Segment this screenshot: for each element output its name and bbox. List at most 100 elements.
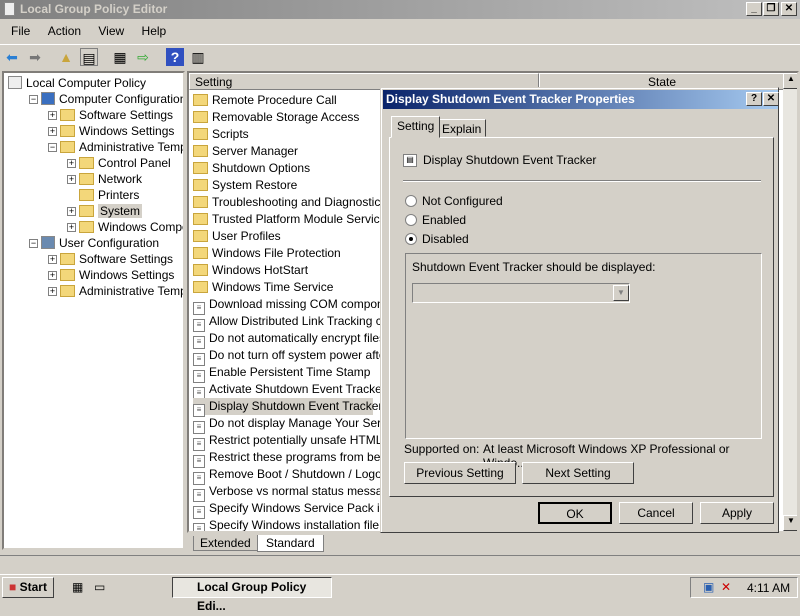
menu-view[interactable]: View [98, 24, 124, 38]
expand-icon[interactable]: + [48, 255, 57, 264]
list-item[interactable]: ≡ Do not automatically encrypt files m [193, 330, 398, 349]
menu-file[interactable]: File [11, 24, 30, 38]
scroll-up-button[interactable]: ▲ [783, 73, 797, 89]
expand-icon[interactable]: + [67, 159, 76, 168]
ok-button[interactable]: OK [538, 502, 612, 524]
close-button[interactable]: ✕ [781, 2, 797, 16]
start-button[interactable]: ■ Start [2, 577, 54, 598]
list-item[interactable]: ≡ Specify Windows installation file loc [193, 517, 398, 531]
radio-enabled[interactable] [405, 214, 417, 226]
menu-help[interactable]: Help [142, 24, 167, 38]
list-item[interactable]: Remote Procedure Call [193, 92, 337, 109]
list-item[interactable]: Windows HotStart [193, 262, 308, 279]
vertical-scrollbar[interactable]: ▲ ▼ [783, 73, 797, 531]
list-item[interactable]: ≡ Activate Shutdown Event Tracker S [193, 381, 397, 400]
dialog-help-button[interactable]: ? [746, 92, 762, 106]
restore-button[interactable]: ❐ [763, 2, 779, 16]
list-item[interactable]: Trusted Platform Module Services [193, 211, 392, 228]
show-desktop-icon[interactable]: ▭ [94, 580, 105, 594]
minimize-button[interactable]: _ [746, 2, 762, 16]
forward-icon[interactable]: ➡ [26, 48, 44, 66]
expand-icon[interactable]: + [67, 223, 76, 232]
apply-button[interactable]: Apply [700, 502, 774, 524]
list-item[interactable]: Server Manager [193, 143, 298, 160]
tree-node[interactable]: Local Computer Policy [8, 75, 146, 91]
list-item[interactable]: ≡ Restrict potentially unsafe HTML He [193, 432, 401, 451]
list-item[interactable]: ≡ Download missing COM components [193, 296, 406, 315]
tree-node-label: Administrative Templates [79, 140, 185, 154]
list-item[interactable]: ≡ Enable Persistent Time Stamp [193, 364, 370, 383]
list-item[interactable]: Windows File Protection [193, 245, 341, 262]
list-item[interactable]: ≡ Restrict these programs from being [193, 449, 396, 468]
list-item[interactable]: Windows Time Service [193, 279, 333, 296]
tree-node[interactable]: + Windows Settings [48, 267, 174, 283]
list-item[interactable]: ≡ Verbose vs normal status messages [193, 483, 402, 502]
radio-label-disabled[interactable]: Disabled [422, 232, 469, 246]
expand-icon[interactable]: + [48, 111, 57, 120]
list-item[interactable]: Scripts [193, 126, 249, 143]
list-item[interactable]: ≡ Specify Windows Service Pack insta [193, 500, 402, 519]
expand-icon[interactable]: + [48, 287, 57, 296]
previous-setting-button[interactable]: Previous Setting [404, 462, 516, 484]
list-item[interactable]: Removable Storage Access [193, 109, 359, 126]
list-item[interactable]: User Profiles [193, 228, 281, 245]
tree-node[interactable]: + Control Panel [67, 155, 171, 171]
show-hide-tree-icon[interactable]: ▤ [80, 48, 98, 66]
list-item[interactable]: ≡ Display Shutdown Event Tracker [193, 398, 382, 417]
volume-muted-icon[interactable]: ✕ [721, 580, 731, 594]
collapse-icon[interactable]: − [48, 143, 57, 152]
tree-node[interactable]: + Software Settings [48, 107, 173, 123]
expand-icon[interactable]: + [48, 271, 57, 280]
help-icon[interactable]: ? [166, 48, 184, 66]
list-item[interactable]: ≡ Do not turn off system power after [193, 347, 390, 366]
tab-extended[interactable]: Extended [193, 536, 257, 551]
clock[interactable]: 4:11 AM [747, 581, 790, 595]
cancel-button[interactable]: Cancel [619, 502, 693, 524]
dialog-close-button[interactable]: ✕ [763, 92, 779, 106]
tab-standard[interactable]: Standard [257, 535, 324, 552]
tracker-dropdown[interactable]: ▼ [412, 283, 630, 303]
tree-node[interactable]: + Windows Components [67, 219, 183, 235]
radio-label-not-configured[interactable]: Not Configured [422, 194, 503, 208]
tree-node[interactable]: + Network [67, 171, 142, 187]
radio-label-enabled[interactable]: Enabled [422, 213, 466, 227]
expand-icon[interactable]: + [67, 175, 76, 184]
tab-explain[interactable]: Explain [437, 119, 487, 137]
tab-setting[interactable]: Setting [391, 116, 441, 138]
list-item[interactable]: ≡ Allow Distributed Link Tracking clien [193, 313, 400, 332]
radio-not-configured[interactable] [405, 195, 417, 207]
tree-node[interactable]: − Administrative Templates [48, 139, 185, 155]
network-icon[interactable]: ▣ [703, 580, 714, 594]
tree-node[interactable]: + Administrative Templates [48, 283, 183, 299]
expand-icon[interactable]: + [48, 127, 57, 136]
chevron-down-icon[interactable]: ▼ [613, 285, 629, 301]
menu-action[interactable]: Action [48, 24, 81, 38]
radio-disabled[interactable] [405, 233, 417, 245]
list-item[interactable]: ≡ Do not display Manage Your Server [193, 415, 398, 434]
tree-node[interactable]: + Windows Settings [48, 123, 174, 139]
app-icon [4, 2, 15, 16]
export-list-icon[interactable]: ⇨ [134, 48, 152, 66]
list-item[interactable]: System Restore [193, 177, 297, 194]
expand-icon[interactable]: + [67, 207, 76, 216]
next-setting-button[interactable]: Next Setting [522, 462, 634, 484]
list-item[interactable]: Troubleshooting and Diagnostics [193, 194, 386, 211]
list-item[interactable]: Shutdown Options [193, 160, 310, 177]
scroll-down-button[interactable]: ▼ [783, 515, 797, 531]
show-hide-action-pane-icon[interactable]: ▥ [189, 48, 207, 66]
tree-node[interactable]: + Software Settings [48, 251, 173, 267]
collapse-icon[interactable]: − [29, 239, 38, 248]
collapse-icon[interactable]: − [29, 95, 38, 104]
tree-node[interactable]: − User Configuration [29, 235, 159, 251]
tree-node[interactable]: Printers [79, 187, 139, 203]
taskbar-item-group-policy[interactable]: Local Group Policy Edi... [172, 577, 332, 613]
properties-icon[interactable]: ▦ [111, 48, 129, 66]
tree-node[interactable]: − Computer Configuration [29, 91, 183, 107]
up-folder-icon[interactable]: ▲ [57, 48, 75, 66]
list-item[interactable]: ≡ Remove Boot / Shutdown / Logon / [193, 466, 395, 485]
back-icon[interactable]: ⬅ [3, 48, 21, 66]
properties-dialog: Display Shutdown Event Tracker Propertie… [380, 87, 779, 533]
tree-node[interactable]: + System [67, 203, 143, 219]
server-manager-icon[interactable]: ▦ [72, 580, 83, 594]
status-bar [0, 555, 800, 573]
